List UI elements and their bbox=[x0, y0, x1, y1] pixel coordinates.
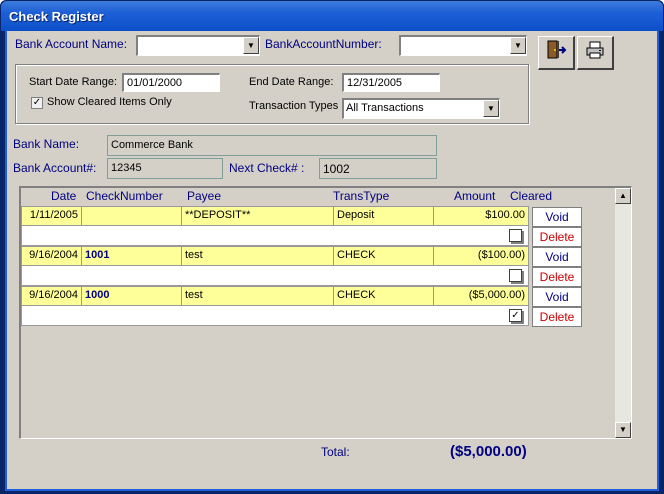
chevron-down-icon[interactable]: ▼ bbox=[243, 37, 259, 54]
table-subrow: ✓ bbox=[21, 306, 529, 326]
delete-button[interactable]: Delete bbox=[532, 307, 582, 327]
bank-account-label: Bank Account#: bbox=[13, 161, 97, 175]
cell-check-number: 1000 bbox=[82, 287, 182, 305]
bank-account-number-label: BankAccountNumber: bbox=[265, 37, 382, 51]
bank-account-name-combo[interactable]: ▼ bbox=[136, 35, 260, 56]
cell-payee: test bbox=[182, 287, 334, 305]
end-date-label: End Date Range: bbox=[249, 76, 334, 88]
check-register-window: Check Register Bank Account Name: ▼ Bank… bbox=[0, 0, 664, 494]
chevron-down-icon[interactable]: ▼ bbox=[510, 37, 526, 54]
cleared-checkbox[interactable] bbox=[509, 229, 522, 242]
void-button[interactable]: Void bbox=[532, 247, 582, 267]
cell-trans-type: CHECK bbox=[334, 287, 434, 305]
show-cleared-label: Show Cleared Items Only bbox=[47, 96, 172, 108]
end-date-input[interactable]: 12/31/2005 bbox=[342, 73, 440, 92]
cell-date: 9/16/2004 bbox=[22, 287, 82, 305]
cell-trans-type: CHECK bbox=[334, 247, 434, 265]
table-subrow bbox=[21, 266, 529, 286]
column-header-check-number: CheckNumber bbox=[86, 189, 163, 203]
grid-scrollbar[interactable]: ▲ ▼ bbox=[615, 188, 631, 438]
transaction-types-combo[interactable]: All Transactions ▼ bbox=[342, 98, 500, 119]
start-date-label: Start Date Range: bbox=[29, 76, 118, 88]
show-cleared-checkbox[interactable]: ✓ bbox=[31, 97, 43, 109]
cell-amount: ($100.00) bbox=[477, 249, 525, 261]
column-header-date: Date bbox=[51, 189, 77, 203]
column-header-payee: Payee bbox=[187, 189, 222, 203]
bank-name-label: Bank Name: bbox=[13, 137, 80, 151]
transactions-grid: Date CheckNumber Payee TransType Amount … bbox=[19, 186, 632, 439]
cleared-checkbox[interactable] bbox=[509, 269, 522, 282]
table-row[interactable]: 9/16/2004 1001 test CHECK ($100.00) bbox=[21, 246, 529, 266]
next-check-label: Next Check# : bbox=[229, 161, 305, 175]
next-check-value: 1002 bbox=[319, 158, 437, 179]
table-subrow bbox=[21, 226, 529, 246]
cell-amount: $100.00 bbox=[485, 209, 525, 221]
void-button[interactable]: Void bbox=[532, 207, 582, 227]
cell-payee: test bbox=[182, 247, 334, 265]
table-row[interactable]: 9/16/2004 1000 test CHECK ($5,000.00) bbox=[21, 286, 529, 306]
transaction-types-label: Transaction Types bbox=[249, 100, 339, 112]
column-header-trans-type: TransType bbox=[333, 189, 390, 203]
total-label: Total: bbox=[321, 445, 350, 459]
chevron-down-icon[interactable]: ▼ bbox=[483, 100, 499, 117]
cell-trans-type: Deposit bbox=[334, 207, 434, 225]
cell-check-number bbox=[82, 207, 182, 225]
printer-icon bbox=[584, 39, 606, 66]
cell-date: 9/16/2004 bbox=[22, 247, 82, 265]
cell-payee: **DEPOSIT** bbox=[182, 207, 334, 225]
exit-button[interactable] bbox=[538, 36, 575, 70]
bank-account-value: 12345 bbox=[107, 158, 223, 179]
table-row[interactable]: 1/11/2005 **DEPOSIT** Deposit $100.00 bbox=[21, 206, 529, 226]
window-title: Check Register bbox=[9, 9, 104, 24]
delete-button[interactable]: Delete bbox=[532, 227, 582, 247]
transaction-types-value: All Transactions bbox=[346, 102, 424, 114]
cleared-checkbox[interactable]: ✓ bbox=[509, 309, 522, 322]
start-date-input[interactable]: 01/01/2000 bbox=[122, 73, 220, 92]
bank-account-name-label: Bank Account Name: bbox=[15, 37, 128, 51]
bank-account-number-combo[interactable]: ▼ bbox=[399, 35, 527, 56]
delete-button[interactable]: Delete bbox=[532, 267, 582, 287]
cell-date: 1/11/2005 bbox=[22, 207, 82, 225]
void-button[interactable]: Void bbox=[532, 287, 582, 307]
column-header-cleared: Cleared bbox=[510, 189, 553, 203]
scroll-up-icon[interactable]: ▲ bbox=[615, 188, 631, 204]
bank-name-value: Commerce Bank bbox=[107, 135, 437, 156]
total-value: ($5,000.00) bbox=[450, 443, 527, 460]
cell-check-number: 1001 bbox=[82, 247, 182, 265]
exit-door-icon bbox=[545, 39, 567, 66]
cell-amount: ($5,000.00) bbox=[468, 289, 525, 301]
scroll-down-icon[interactable]: ▼ bbox=[615, 422, 631, 438]
column-header-amount: Amount bbox=[454, 189, 496, 203]
title-bar[interactable]: Check Register bbox=[1, 1, 663, 31]
form-body: Bank Account Name: ▼ BankAccountNumber: … bbox=[5, 31, 659, 491]
print-button[interactable] bbox=[577, 36, 614, 70]
